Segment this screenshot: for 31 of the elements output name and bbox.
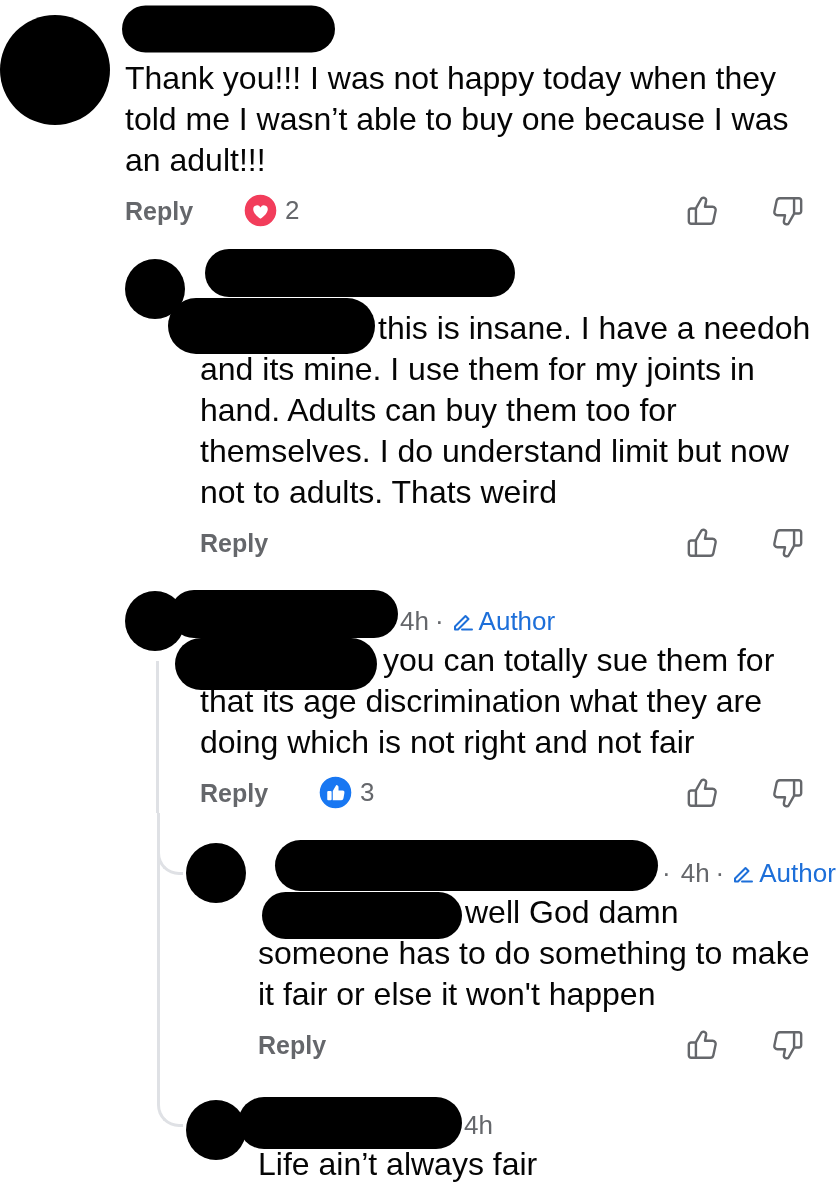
like-button[interactable] bbox=[686, 1027, 720, 1062]
reply-button[interactable]: Reply bbox=[125, 195, 194, 226]
reaction-count: 2 bbox=[285, 195, 300, 226]
author-label: Author bbox=[478, 606, 556, 636]
author-label: Author bbox=[759, 858, 836, 888]
time-label: 4h bbox=[464, 1110, 493, 1140]
separator: · bbox=[715, 858, 725, 888]
thumbs-up-icon bbox=[318, 775, 354, 810]
reply-button[interactable]: Reply bbox=[200, 777, 269, 808]
thumbs-up-icon bbox=[686, 775, 720, 810]
thumbs-up-icon bbox=[686, 1027, 720, 1062]
separator: · bbox=[434, 606, 444, 636]
comment-text: you can totally sue them for that its age discrimination what they are doing which is not right and not fair bbox=[200, 640, 776, 762]
avatar bbox=[186, 1100, 246, 1160]
reply-button[interactable]: Reply bbox=[200, 527, 269, 558]
separator: · bbox=[662, 858, 671, 888]
comment-text: this is insane. I have a needoh and its mine. I use them for my joints in hand. Adults can buy them too for themselves. I do understand limit but now not to adults. Thats weird bbox=[200, 308, 812, 512]
time-label: 4h bbox=[680, 858, 710, 888]
time-label: 4h bbox=[400, 606, 429, 636]
avatar bbox=[125, 259, 185, 319]
reply-button[interactable]: Reply bbox=[258, 1029, 327, 1060]
avatar bbox=[186, 843, 246, 903]
like-button[interactable] bbox=[686, 193, 720, 228]
thumbs-up-icon bbox=[686, 525, 720, 560]
reaction-count: 3 bbox=[360, 777, 375, 808]
thumbs-up-icon bbox=[686, 193, 720, 228]
comment-text: Thank you!!! I was not happy today when they told me I wasn’t able to buy one because I was an adult!!! bbox=[125, 58, 790, 180]
like-button[interactable] bbox=[686, 525, 720, 560]
comment-text: Life ain’t always fair bbox=[258, 1144, 539, 1184]
like-button[interactable] bbox=[686, 775, 720, 810]
comment-text: well God damn someone has to do something to make it fair or else it won't happen bbox=[258, 892, 811, 1014]
